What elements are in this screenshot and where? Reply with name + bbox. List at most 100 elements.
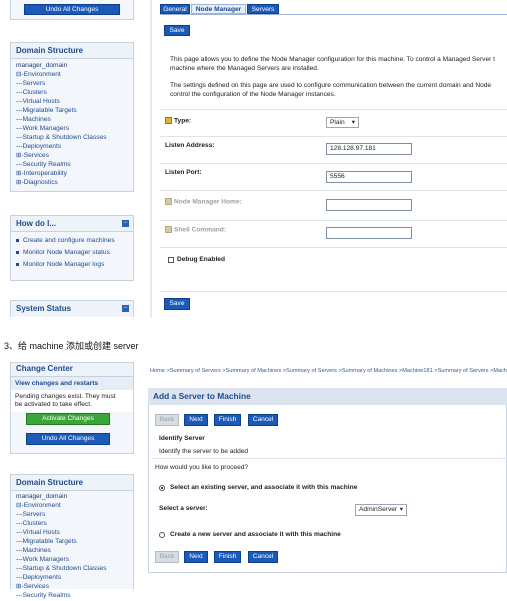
tree-item[interactable]: ---Migratable Targets — [16, 106, 128, 115]
system-status-panel: System Status − — [10, 300, 134, 317]
tree-item[interactable]: ⊟-Environment — [16, 501, 128, 510]
select-server-label: Select a server: — [159, 505, 208, 512]
how-do-i-panel: How do I... − Create and configure machi… — [10, 215, 134, 281]
chevron-down-icon: ▾ — [351, 119, 355, 126]
tab-general[interactable]: General — [160, 4, 190, 14]
tree-item[interactable]: ---Virtual Hosts — [16, 97, 128, 106]
domain-structure-panel-2: Domain Structure manager_domain ⊟-Environ… — [10, 474, 134, 599]
listen-address-input[interactable]: 128.128.97.181 — [326, 143, 412, 155]
undo-all-changes-button[interactable]: Undo All Changes — [24, 4, 120, 15]
next-button[interactable]: Next — [184, 414, 208, 426]
finish-button[interactable]: Finish — [214, 414, 241, 426]
tree-item[interactable]: ---Work Managers — [16, 124, 128, 133]
row-divider — [160, 291, 507, 292]
change-center-title: Change Center — [11, 363, 133, 377]
tree-item[interactable]: ⊞-Services — [16, 582, 128, 591]
wizard-title: Add a Server to Machine — [148, 388, 507, 405]
undo-all-changes-button-2[interactable]: Undo All Changes — [26, 433, 110, 445]
existing-server-label: Select an existing server, and associate… — [170, 484, 358, 491]
domain-structure-title: Domain Structure — [11, 43, 133, 59]
row-divider — [160, 163, 507, 164]
how-do-i-link[interactable]: Monitor Node Manager logs — [23, 261, 104, 268]
pending-text: Pending changes exist. They must be acti… — [11, 390, 133, 412]
shell-command-input[interactable] — [326, 227, 412, 239]
tree-item[interactable]: ⊞-Services — [16, 151, 128, 160]
save-button-bottom[interactable]: Save — [164, 298, 190, 310]
debug-enabled-label: Debug Enabled — [177, 256, 225, 263]
tree-item[interactable]: ---Clusters — [16, 519, 128, 528]
tree-item[interactable]: ---Security Realms — [16, 591, 128, 600]
tree-item[interactable]: ---Servers — [16, 79, 128, 88]
section-desc: Identify the server to be added — [159, 448, 249, 455]
tree-item[interactable]: ---Servers — [16, 510, 128, 519]
tree-item[interactable]: ---Machines — [16, 546, 128, 555]
tree-item[interactable]: ---Work Managers — [16, 555, 128, 564]
domain-tree-2: manager_domain ⊟-Environment ---Servers ---… — [11, 491, 133, 601]
section-divider — [152, 458, 507, 459]
row-divider — [160, 220, 507, 221]
tab-node-manager[interactable]: Node Manager — [191, 4, 246, 14]
edit-icon — [165, 198, 172, 205]
content-divider — [150, 0, 152, 318]
question-text: How would you like to proceed? — [155, 464, 249, 471]
how-do-i-link[interactable]: Monitor Node Manager status — [23, 249, 110, 256]
bullet-icon — [16, 238, 19, 242]
listen-address-label: Listen Address: — [165, 142, 215, 149]
collapse-icon[interactable]: − — [122, 220, 129, 227]
server-select[interactable]: AdminServer ▾ — [355, 504, 407, 516]
shell-command-label: Shell Command: — [165, 226, 226, 233]
listen-port-input[interactable]: 5556 — [326, 171, 412, 183]
next-button-2[interactable]: Next — [184, 551, 208, 563]
edit-icon — [165, 117, 172, 124]
system-status-title: System Status — [11, 301, 133, 316]
back-button[interactable]: Back — [155, 414, 179, 426]
tab-underline — [160, 14, 507, 15]
tree-item[interactable]: ---Startup & Shutdown Classes — [16, 133, 128, 142]
existing-server-radio[interactable] — [159, 485, 165, 491]
type-label: Type: — [165, 117, 191, 124]
type-select[interactable]: Plain ▾ — [326, 117, 359, 128]
how-do-i-item[interactable]: Monitor Node Manager status — [16, 247, 128, 259]
cancel-button-2[interactable]: Cancel — [248, 551, 278, 563]
tree-item[interactable]: manager_domain — [16, 61, 128, 70]
tree-item[interactable]: ---Clusters — [16, 88, 128, 97]
finish-button-2[interactable]: Finish — [214, 551, 241, 563]
listen-port-label: Listen Port: — [165, 169, 202, 176]
how-do-i-list: Create and configure machines Monitor Nod… — [11, 232, 133, 274]
tree-item[interactable]: manager_domain — [16, 492, 128, 501]
chevron-down-icon: ▾ — [399, 506, 403, 513]
breadcrumb: Home >Summary of Servers >Summary of Mac… — [150, 368, 507, 374]
how-do-i-title: How do I... — [11, 216, 133, 232]
tree-item[interactable]: ⊟-Environment — [16, 70, 128, 79]
node-manager-home-input[interactable] — [326, 199, 412, 211]
tree-item[interactable]: ---Virtual Hosts — [16, 528, 128, 537]
tab-servers[interactable]: Servers — [247, 4, 279, 14]
how-do-i-item[interactable]: Monitor Node Manager logs — [16, 259, 128, 271]
row-divider — [160, 136, 507, 137]
debug-enabled-checkbox[interactable] — [168, 257, 174, 263]
back-button-2[interactable]: Back — [155, 551, 179, 563]
domain-structure-title-2: Domain Structure — [11, 475, 133, 491]
cancel-button[interactable]: Cancel — [248, 414, 278, 426]
tree-item[interactable]: ---Deployments — [16, 573, 128, 582]
new-server-radio[interactable] — [159, 532, 165, 538]
domain-tree: manager_domain ⊟-Environment ---Servers ---… — [11, 59, 133, 189]
edit-icon — [165, 226, 172, 233]
caption: 3、给 machine 添加或创建 server — [4, 341, 139, 351]
tree-item[interactable]: ---Security Realms — [16, 160, 128, 169]
description-paragraph-2: The settings defined on this page are us… — [170, 82, 492, 98]
tree-item[interactable]: ---Deployments — [16, 142, 128, 151]
bullet-icon — [16, 262, 19, 266]
tree-item[interactable]: ---Migratable Targets — [16, 537, 128, 546]
bullet-icon — [16, 250, 19, 254]
how-do-i-item[interactable]: Create and configure machines — [16, 235, 128, 247]
tree-item[interactable]: ---Machines — [16, 115, 128, 124]
tree-item[interactable]: ⊞-Interoperability — [16, 169, 128, 178]
tree-item[interactable]: ⊞-Diagnostics — [16, 178, 128, 187]
tree-item[interactable]: ---Startup & Shutdown Classes — [16, 564, 128, 573]
collapse-icon[interactable]: − — [122, 305, 129, 312]
save-button-top[interactable]: Save — [164, 25, 190, 36]
how-do-i-link[interactable]: Create and configure machines — [23, 237, 115, 244]
activate-changes-button[interactable]: Activate Changes — [26, 413, 110, 425]
view-changes-link[interactable]: View changes and restarts — [11, 377, 133, 390]
